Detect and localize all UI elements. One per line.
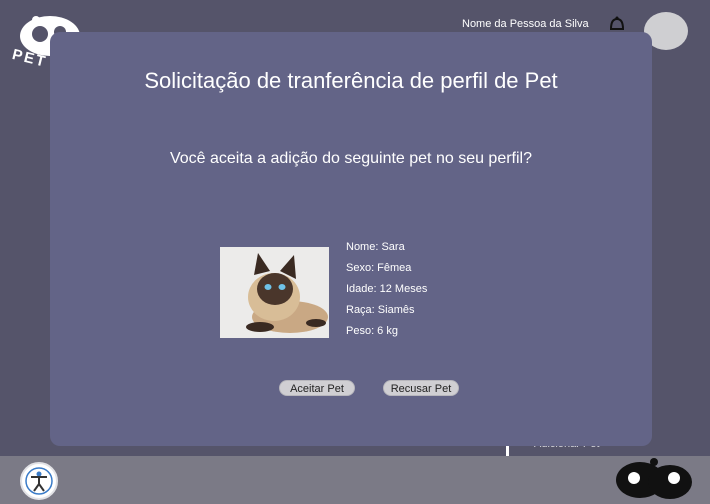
accessibility-button[interactable]: [20, 462, 58, 500]
pet-sex: Sexo: Fêmea: [346, 262, 412, 274]
pet-age: Idade: 12 Meses: [346, 283, 428, 295]
accessibility-icon: [25, 467, 53, 495]
dialog-title: Solicitação de tranferência de perfil de…: [144, 68, 558, 93]
pet-transfer-dialog: Solicitação de tranferência de perfil de…: [50, 32, 652, 446]
pet-name: Nome: Sara: [346, 241, 405, 253]
pet-breed: Raça: Siamês: [346, 304, 415, 316]
cat-image-icon: [220, 247, 329, 338]
refuse-pet-button[interactable]: Recusar Pet: [383, 380, 459, 396]
footer: [0, 456, 710, 504]
footer-pets-logo-icon: [616, 458, 692, 499]
dialog-question: Você aceita a adição do seguinte pet no …: [169, 150, 533, 167]
pet-photo: [220, 247, 329, 338]
accept-pet-button[interactable]: Aceitar Pet: [279, 380, 355, 396]
user-name[interactable]: Nome da Pessoa da Silva: [462, 18, 589, 30]
pet-details: Nome: Sara Sexo: Fêmea Idade: 12 Meses R…: [346, 241, 427, 346]
pet-weight: Peso: 6 kg: [346, 325, 398, 337]
